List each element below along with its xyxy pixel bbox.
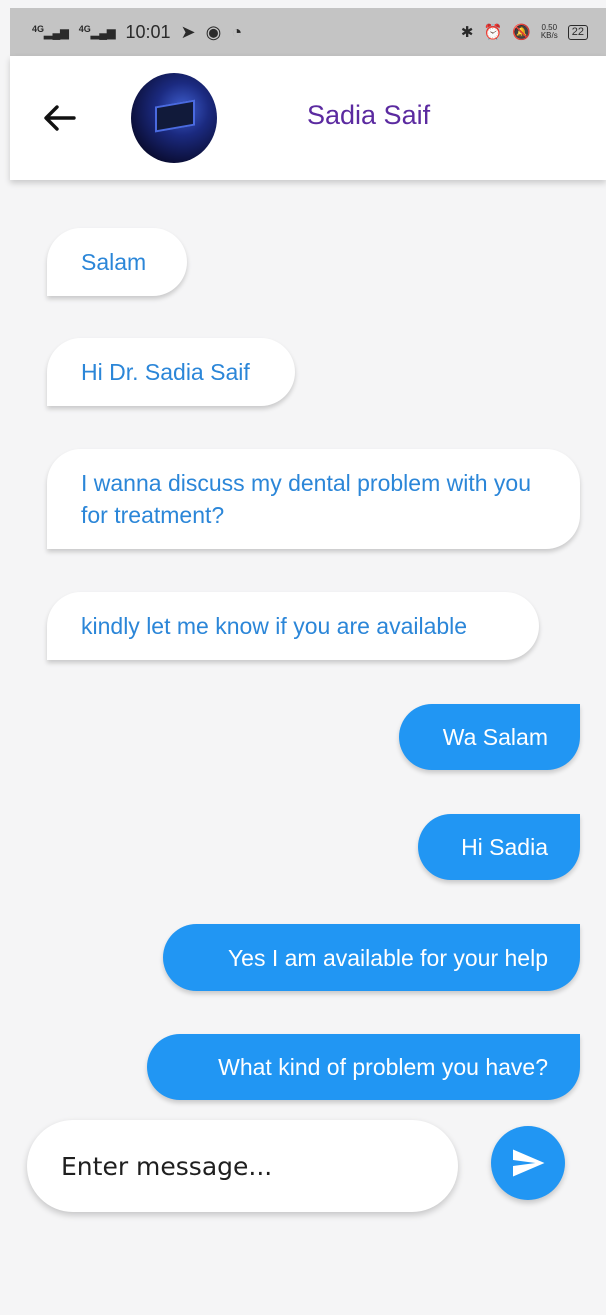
network-indicator-2: 4G▂▄▆ bbox=[78, 24, 116, 40]
mute-icon: 🔕 bbox=[512, 24, 531, 41]
status-time: 10:01 bbox=[125, 21, 171, 42]
message-composer bbox=[0, 1118, 606, 1218]
message-bubble-sent[interactable]: Hi Sadia bbox=[418, 814, 580, 880]
message-list[interactable]: Salam Hi Dr. Sadia Saif I wanna discuss … bbox=[0, 180, 606, 1100]
status-bar: 4G▂▄▆ 4G▂▄▆ 10:01 ➤ ◉ ◔ ✱ ⏰ 🔕 0.50 KB/s … bbox=[10, 8, 606, 56]
arrow-left-icon bbox=[44, 105, 76, 131]
message-bubble-sent[interactable]: Wa Salam bbox=[399, 704, 580, 770]
bluetooth-icon: ✱ bbox=[460, 24, 474, 41]
status-right: ✱ ⏰ 🔕 0.50 KB/s 22 bbox=[461, 23, 588, 41]
network-indicator-1: 4G▂▄▆ bbox=[32, 24, 69, 40]
message-bubble-sent[interactable]: Yes I am available for your help bbox=[163, 924, 580, 991]
message-bubble-received[interactable]: kindly let me know if you are available bbox=[47, 592, 539, 660]
message-bubble-received[interactable]: I wanna discuss my dental problem with y… bbox=[47, 449, 580, 549]
alarm-icon: ⏰ bbox=[483, 24, 503, 41]
message-bubble-sent[interactable]: What kind of problem you have? bbox=[147, 1034, 580, 1100]
app-icon: ◔ bbox=[231, 21, 243, 42]
location-icon: ➤ bbox=[180, 21, 196, 42]
back-button[interactable] bbox=[40, 98, 80, 138]
network-speed-unit: KB/s bbox=[540, 31, 558, 40]
send-icon bbox=[513, 1149, 545, 1177]
contact-name: Sadia Saif bbox=[307, 100, 431, 130]
avatar[interactable] bbox=[131, 73, 217, 163]
message-bubble-received[interactable]: Salam bbox=[47, 228, 187, 296]
send-button[interactable] bbox=[491, 1126, 565, 1200]
message-input[interactable] bbox=[27, 1120, 458, 1212]
message-bubble-received[interactable]: Hi Dr. Sadia Saif bbox=[47, 338, 295, 406]
sync-icon: ◉ bbox=[205, 21, 222, 42]
chat-header: Sadia Saif bbox=[10, 56, 606, 180]
battery-indicator: 22 bbox=[567, 24, 588, 40]
status-left: 4G▂▄▆ 4G▂▄▆ 10:01 ➤ ◉ ◔ bbox=[32, 22, 242, 43]
network-speed: 0.50 KB/s bbox=[541, 24, 558, 40]
